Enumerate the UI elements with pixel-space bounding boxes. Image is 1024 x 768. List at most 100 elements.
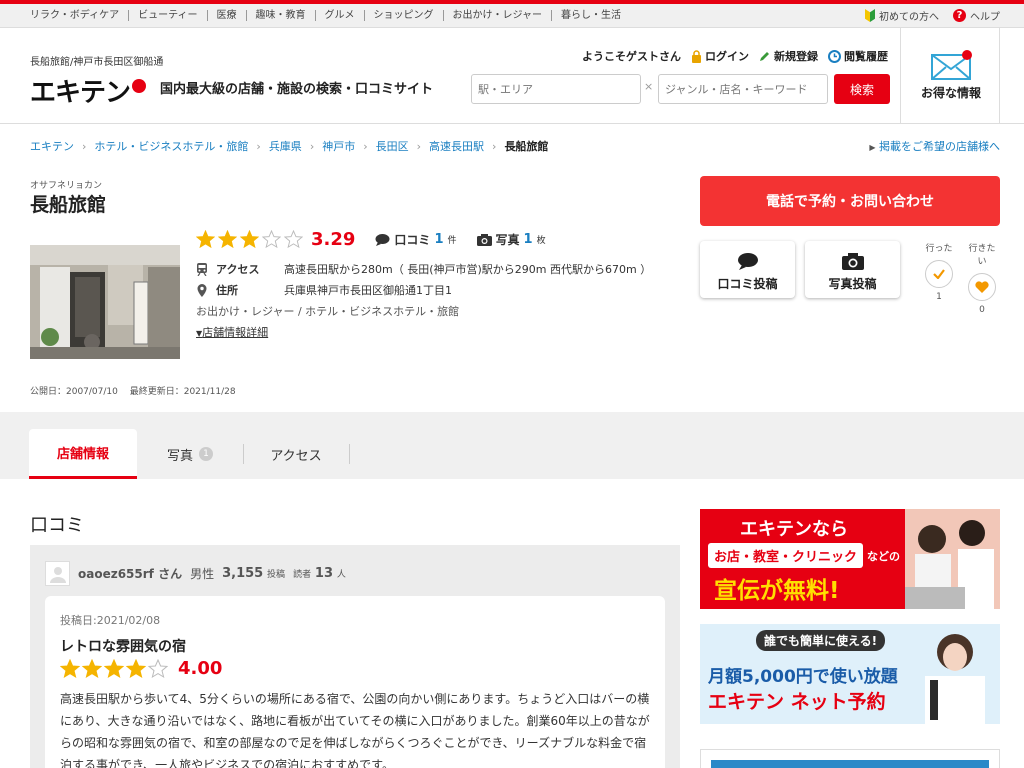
reviews-section-title: 口コミ — [30, 515, 84, 536]
review-post-button[interactable]: 口コミ投稿 — [700, 241, 795, 298]
register-link[interactable]: 新規登録 — [759, 48, 818, 64]
chevron-right-icon: › — [363, 139, 368, 153]
review-rating-value: 4.00 — [178, 658, 223, 679]
address-value: 兵庫県神戸市長田区御船通1丁目1 — [284, 284, 452, 297]
header-tagline: 国内最大級の店舗・施設の検索・口コミサイト — [160, 82, 434, 97]
history-icon — [828, 49, 841, 63]
reviews-count-link[interactable]: 口コミ 1 件 — [375, 231, 457, 248]
chevron-right-icon: › — [256, 139, 261, 153]
star-icon — [284, 230, 303, 249]
free-ad-line2: お店・教室・クリニック — [708, 543, 864, 568]
free-ad-line2b: などの — [867, 549, 901, 563]
deal-info-button[interactable]: お得な情報 — [900, 28, 1000, 124]
want-button[interactable] — [968, 273, 996, 301]
question-icon: ? — [953, 9, 966, 22]
star-icon — [82, 658, 102, 678]
shop-name: 長船旅館 — [30, 194, 107, 216]
camera-icon-wrap — [805, 249, 900, 273]
star-icon — [196, 230, 215, 249]
free-ad-line2-wrap: お店・教室・クリニック などの — [708, 543, 900, 568]
review-rating-row: 4.00 — [60, 658, 222, 679]
search-button[interactable]: 検索 — [834, 74, 890, 104]
breadcrumb-item[interactable]: 高速長田駅 — [429, 138, 484, 154]
shop-photo[interactable] — [30, 227, 180, 377]
tab-bar: 店舗情報 写真 1 アクセス — [0, 412, 1024, 479]
tab-shop-info[interactable]: 店舗情報 — [29, 429, 137, 479]
user-links: ようこそゲストさん ログイン 新規登録 閲覧履歴 — [582, 48, 888, 64]
category-link[interactable]: お出かけ・レジャー — [442, 10, 552, 21]
logo-dot-icon — [132, 78, 147, 93]
station-area-input[interactable] — [471, 74, 641, 104]
train-icon — [197, 262, 207, 276]
photo-post-button[interactable]: 写真投稿 — [805, 241, 900, 298]
shop-detail-link[interactable]: ▼店舗情報詳細 — [196, 324, 268, 340]
history-link[interactable]: 閲覧履歴 — [828, 48, 888, 64]
login-link[interactable]: ログイン — [691, 48, 749, 64]
category-link[interactable]: グルメ — [314, 10, 364, 21]
site-logo[interactable]: エキテン — [30, 72, 147, 109]
map-pin-icon — [197, 283, 207, 297]
envelope-icon — [931, 50, 972, 80]
went-block: 行った 1 — [922, 241, 956, 302]
review-card[interactable]: 投稿日:2021/02/08 レトロな雰囲気の宿 4.00 高速長田駅から歩いて… — [45, 596, 665, 768]
logo-text: エキテン — [30, 78, 131, 108]
category-link[interactable]: リラク・ボディケア — [30, 10, 128, 21]
triangle-right-icon: ▶ — [869, 143, 876, 152]
photos-count-badge: 1 — [199, 447, 213, 461]
shop-rating-value: 3.29 — [311, 229, 356, 250]
speech-bubble-icon-wrap — [700, 249, 795, 273]
clear-icon[interactable]: × — [644, 80, 653, 93]
beginner-link[interactable]: 初めての方へ — [865, 8, 939, 23]
header: 長船旅館/神戸市長田区御船通 エキテン 国内最大級の店舗・施設の検索・口コミサイ… — [0, 28, 1024, 124]
breadcrumb-item[interactable]: エキテン — [30, 138, 74, 154]
lock-icon — [692, 49, 701, 63]
beginner-mark-icon — [865, 9, 875, 22]
category-link[interactable]: 医療 — [206, 10, 246, 21]
welcome-text: ようこそゲストさん — [582, 50, 681, 63]
help-link-label: ヘルプ — [970, 12, 1000, 23]
free-ad-banner[interactable]: エキテンなら お店・教室・クリニック などの 宣伝が無料! — [700, 509, 1000, 609]
review-rating-stars — [60, 658, 168, 679]
keyword-input[interactable] — [658, 74, 828, 104]
breadcrumb-item[interactable]: ホテル・ビジネスホテル・旅館 — [94, 138, 248, 154]
category-link[interactable]: 趣味・教育 — [245, 10, 315, 21]
category-link[interactable]: 暮らし・生活 — [551, 10, 630, 21]
reviewer-info: oaoez655rf さん 男性 3,155 投稿 読者 13 人 — [45, 561, 346, 586]
tab-photos[interactable]: 写真 1 — [137, 429, 243, 479]
tab-divider — [349, 444, 350, 464]
went-label: 行った — [925, 244, 953, 254]
review-title[interactable]: レトロな雰囲気の宿 — [60, 636, 186, 656]
reviewer-name[interactable]: oaoez655rf さん — [78, 565, 182, 582]
reviewer-gender: 男性 — [190, 567, 215, 581]
category-link[interactable]: ショッピング — [363, 10, 443, 21]
header-tagline-small: 長船旅館/神戸市長田区御船通 — [30, 57, 164, 68]
third-banner[interactable] — [700, 749, 1000, 768]
photos-count-link[interactable]: 写真 1 枚 — [476, 231, 546, 248]
reviews-unit: 件 — [447, 236, 457, 246]
category-link[interactable]: ビューティー — [128, 10, 206, 21]
tab-access[interactable]: アクセス — [243, 429, 349, 479]
review-post-date: 投稿日:2021/02/08 — [60, 614, 161, 627]
address-label: 住所 — [216, 284, 238, 297]
star-icon — [104, 658, 124, 678]
star-icon — [126, 658, 146, 678]
net-reservation-banner[interactable]: 誰でも簡単に使える! 月額5,000円で使い放題 エキテン ネット予約 — [700, 624, 1000, 724]
photos-unit: 枚 — [536, 236, 546, 246]
breadcrumb: エキテン › ホテル・ビジネスホテル・旅館 › 兵庫県 › 神戸市 › 長田区 › 高速長… — [30, 138, 548, 154]
reviewer-readers-label: 読者 — [293, 570, 312, 580]
breadcrumb-item[interactable]: 長田区 — [376, 138, 409, 154]
listing-request-link[interactable]: ▶ 掲載をご希望の店舗様へ — [869, 138, 1000, 154]
want-label: 行きたい — [968, 244, 996, 267]
star-icon — [60, 658, 80, 678]
call-reserve-button[interactable]: 電話で予約・お問い合わせ — [700, 176, 1000, 226]
went-button[interactable] — [925, 260, 953, 288]
help-link[interactable]: ? ヘルプ — [953, 8, 1000, 23]
breadcrumb-item[interactable]: 神戸市 — [322, 138, 355, 154]
address-label-wrap: 住所 — [196, 282, 284, 298]
went-count: 1 — [936, 292, 942, 302]
breadcrumb-item[interactable]: 兵庫県 — [269, 138, 302, 154]
reviewer-readers: 読者 13 人 — [293, 566, 346, 581]
access-label: アクセス — [216, 263, 260, 276]
star-icon — [240, 230, 259, 249]
avatar[interactable] — [45, 561, 70, 586]
